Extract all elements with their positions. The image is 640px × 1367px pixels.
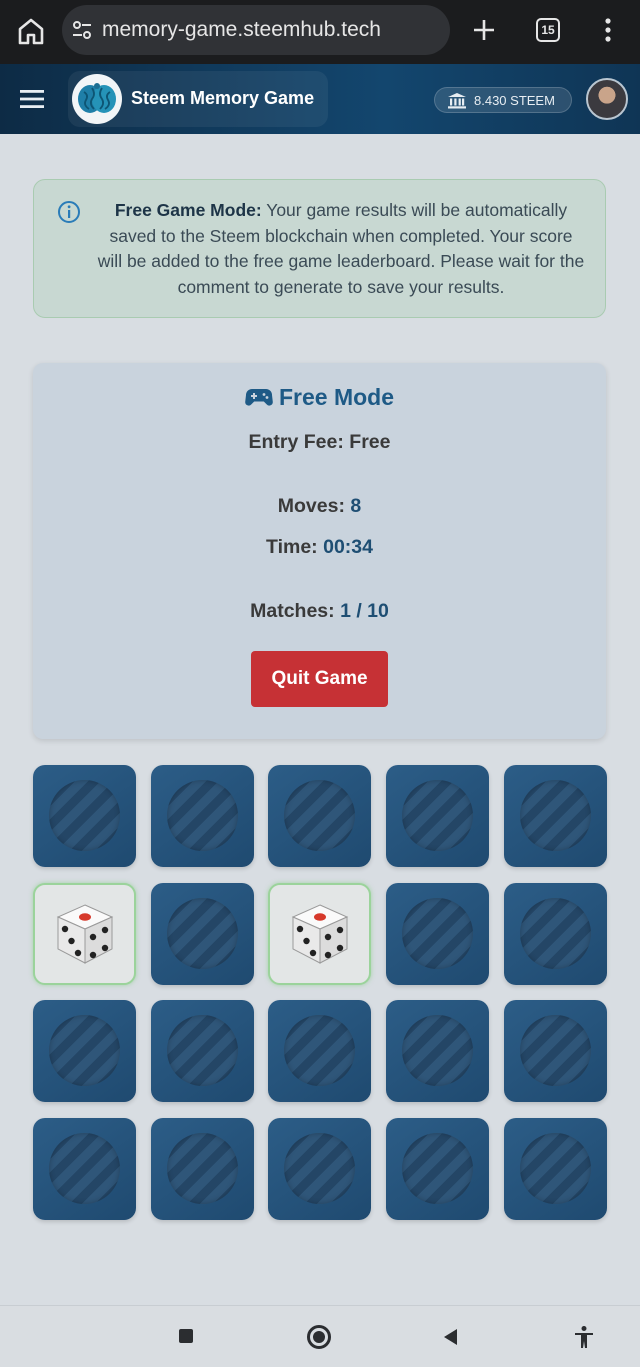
brand-link[interactable]: Steem Memory Game [68,71,328,127]
card-back-pattern [167,1015,238,1086]
memory-card[interactable] [33,765,136,867]
moves-stat: Moves: 8 [33,495,606,518]
balance-text: 8.430 STEEM [474,93,555,108]
card-back-pattern [402,898,473,969]
card-back-pattern [402,780,473,851]
memory-card[interactable] [386,765,489,867]
card-back-pattern [284,1015,355,1086]
memory-card[interactable] [151,1118,254,1220]
dice-icon [291,904,349,964]
memory-card[interactable] [504,883,607,985]
card-back-pattern [402,1015,473,1086]
card-back-pattern [167,898,238,969]
quit-game-button[interactable]: Quit Game [251,651,388,707]
accessibility-icon[interactable] [573,1325,595,1349]
plus-icon[interactable] [470,16,498,44]
entry-fee-value: Free [349,431,391,453]
entry-fee-label: Entry Fee: [248,431,344,453]
url-text: memory-game.steemhub.tech [102,18,381,41]
game-status-panel: Free Mode Entry Fee: Free Moves: 8 Time:… [33,363,606,739]
card-back-pattern [167,780,238,851]
card-back-pattern [49,780,120,851]
time-value: 00:34 [323,536,373,558]
wallet-balance[interactable]: 8.430 STEEM [434,87,572,113]
back-icon[interactable] [441,1327,459,1347]
app-title: Steem Memory Game [131,88,315,108]
info-icon [58,201,80,223]
memory-card[interactable] [268,1000,371,1102]
entry-fee: Entry Fee: Free [33,431,606,454]
home-nav-icon[interactable] [307,1325,331,1349]
card-back-pattern [520,1133,591,1204]
memory-card[interactable] [268,765,371,867]
memory-card[interactable] [504,765,607,867]
matches-label: Matches: [250,600,335,622]
dice-icon [56,904,114,964]
matches-stat: Matches: 1 / 10 [33,600,606,623]
site-settings-icon[interactable] [70,18,94,42]
time-label: Time: [266,536,318,558]
card-back-pattern [520,780,591,851]
card-back-pattern [284,780,355,851]
card-back-pattern [49,1133,120,1204]
card-back-pattern [520,1015,591,1086]
moves-value: 8 [350,495,362,517]
info-banner: Free Game Mode: Your game results will b… [33,179,606,318]
card-back-pattern [49,1015,120,1086]
card-back-pattern [167,1133,238,1204]
address-bar[interactable]: memory-game.steemhub.tech [62,5,450,55]
memory-card[interactable] [33,1000,136,1102]
memory-card-flipped[interactable] [33,883,136,985]
avatar[interactable] [586,78,628,120]
card-back-pattern [520,898,591,969]
memory-card[interactable] [386,1118,489,1220]
memory-card[interactable] [151,883,254,985]
memory-card[interactable] [504,1000,607,1102]
mode-title-text: Free Mode [278,384,395,410]
home-icon[interactable] [14,14,48,48]
memory-card[interactable] [33,1118,136,1220]
matches-value: 1 / 10 [340,600,389,622]
bank-icon [448,93,466,109]
memory-card[interactable] [268,1118,371,1220]
memory-card[interactable] [504,1118,607,1220]
system-nav-bar [0,1305,640,1367]
memory-card[interactable] [386,883,489,985]
tabs-icon[interactable]: 15 [536,18,560,42]
moves-label: Moves: [277,495,345,517]
memory-card[interactable] [151,1000,254,1102]
app-header: Steem Memory Game 8.430 STEEM [0,64,640,134]
card-back-pattern [402,1133,473,1204]
memory-card[interactable] [151,765,254,867]
browser-toolbar: memory-game.steemhub.tech 15 [0,0,640,64]
info-message: Free Game Mode: Your game results will b… [96,198,586,300]
memory-card-flipped[interactable] [268,883,371,985]
more-vert-icon[interactable] [598,16,618,44]
recents-icon[interactable] [179,1329,193,1343]
memory-card[interactable] [386,1000,489,1102]
info-title: Free Game Mode: [114,200,262,220]
brain-logo-icon [72,74,122,124]
mode-title: Free Mode [33,384,606,411]
menu-icon[interactable] [18,88,46,110]
card-back-pattern [284,1133,355,1204]
gamepad-icon [245,389,273,406]
time-stat: Time: 00:34 [33,536,606,559]
